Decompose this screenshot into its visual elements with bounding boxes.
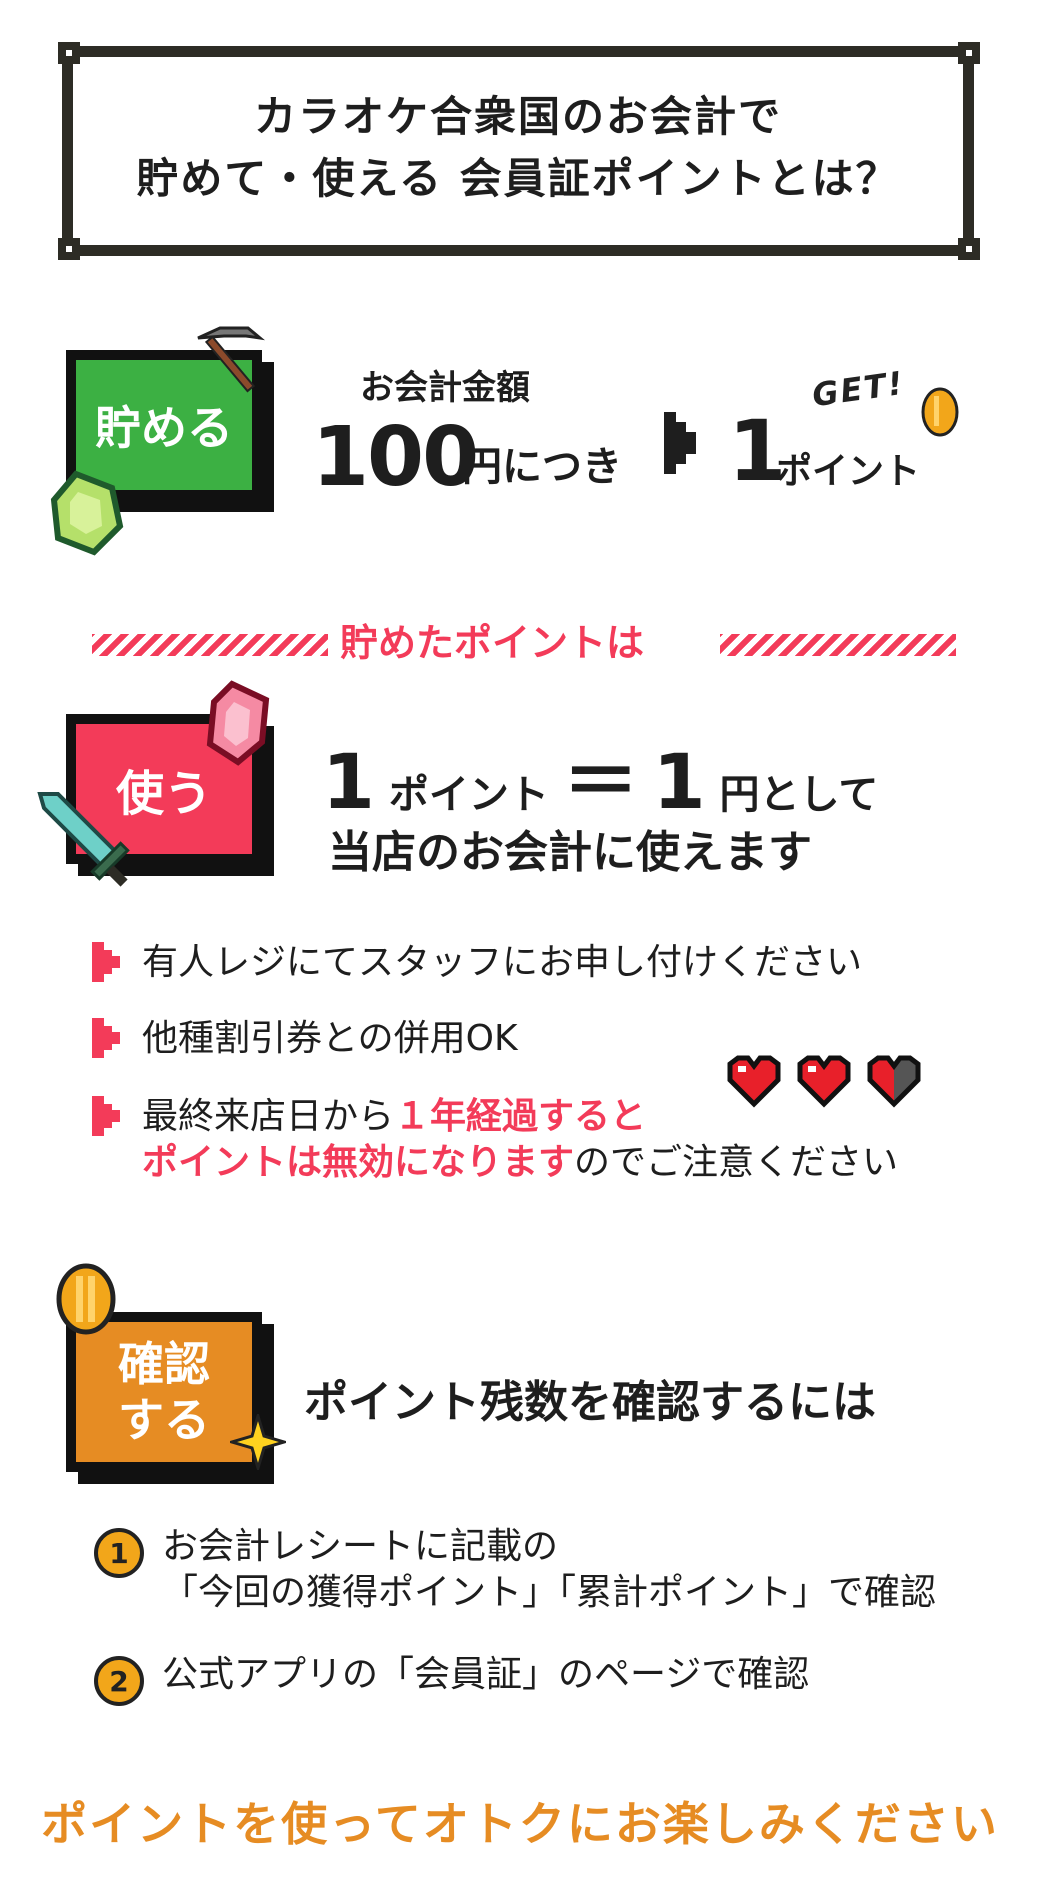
check-badge-line2: する [118, 1393, 210, 1447]
coin-icon [56, 1263, 116, 1335]
heart-icon [867, 1055, 921, 1108]
step-item: お会計レシートに記載の 「今回の獲得ポイント」「累計ポイント」で確認 [162, 1524, 936, 1616]
title-line1: カラオケ合衆国のお会計で [253, 92, 782, 141]
heart-icon [727, 1055, 781, 1108]
divider-heading: 貯めたポイントは [340, 621, 645, 665]
earn-amount: 100 [312, 410, 479, 505]
note-text: のでご注意ください [574, 1142, 899, 1183]
use-description: 当店のお会計に使えます [328, 827, 812, 878]
footer-message: ポイントを使ってオトクにお楽しみください [41, 1797, 999, 1851]
use-rate-yen-unit: 円として [719, 772, 879, 818]
divider-pattern-left [92, 634, 328, 656]
bullet-icon [92, 1096, 120, 1136]
note-highlight: ポイントは無効になります [142, 1142, 575, 1183]
step-number-icon: 1 [94, 1528, 144, 1578]
green-gem-icon [50, 470, 124, 556]
check-heading: ポイント残数を確認するには [304, 1377, 876, 1428]
use-rate-points: 1 [322, 737, 375, 826]
check-badge-line1: 確認 [118, 1337, 210, 1391]
title-corner [958, 42, 980, 64]
arrow-icon [664, 412, 696, 474]
page-title: カラオケ合衆国のお会計で 貯めて・使える 会員証ポイントとは？ [62, 86, 974, 210]
earn-amount-unit: 円につき [462, 444, 622, 490]
use-rate: 1 ポイント ＝ 1 円として [322, 720, 878, 830]
sparkle-icon [230, 1414, 286, 1470]
step-number-icon: 2 [94, 1656, 144, 1706]
step-text: 「今回の獲得ポイント」「累計ポイント」で確認 [162, 1572, 937, 1613]
pickaxe-icon [197, 326, 266, 393]
note-item: 有人レジにてスタッフにお申し付けください [142, 942, 863, 983]
earn-points-unit: ポイント [776, 451, 921, 492]
bullet-icon [92, 1018, 120, 1058]
earn-caption: お会計金額 [360, 368, 530, 408]
title-corner [58, 42, 80, 64]
use-rate-equals: ＝ [562, 737, 639, 826]
sword-icon [37, 792, 130, 887]
use-rate-points-unit: ポイント [388, 772, 549, 818]
note-text: 最終来店日から [142, 1096, 395, 1137]
step-item: 公式アプリの「会員証」のページで確認 [162, 1654, 810, 1695]
bullet-icon [92, 942, 120, 982]
use-rate-yen: 1 [652, 737, 706, 826]
divider-pattern-right [720, 634, 956, 656]
red-gem-icon [206, 680, 270, 766]
coin-icon [921, 387, 959, 437]
step-text: お会計レシートに記載の [162, 1526, 559, 1567]
note-item: 他種割引券との併用OK [142, 1018, 518, 1059]
title-corner [58, 238, 80, 260]
get-label: GET! [809, 363, 907, 415]
title-corner [958, 238, 980, 260]
title-line2: 貯めて・使える 会員証ポイントとは？ [136, 154, 900, 203]
heart-icon [797, 1055, 851, 1108]
note-highlight: １年経過すると [394, 1096, 647, 1137]
